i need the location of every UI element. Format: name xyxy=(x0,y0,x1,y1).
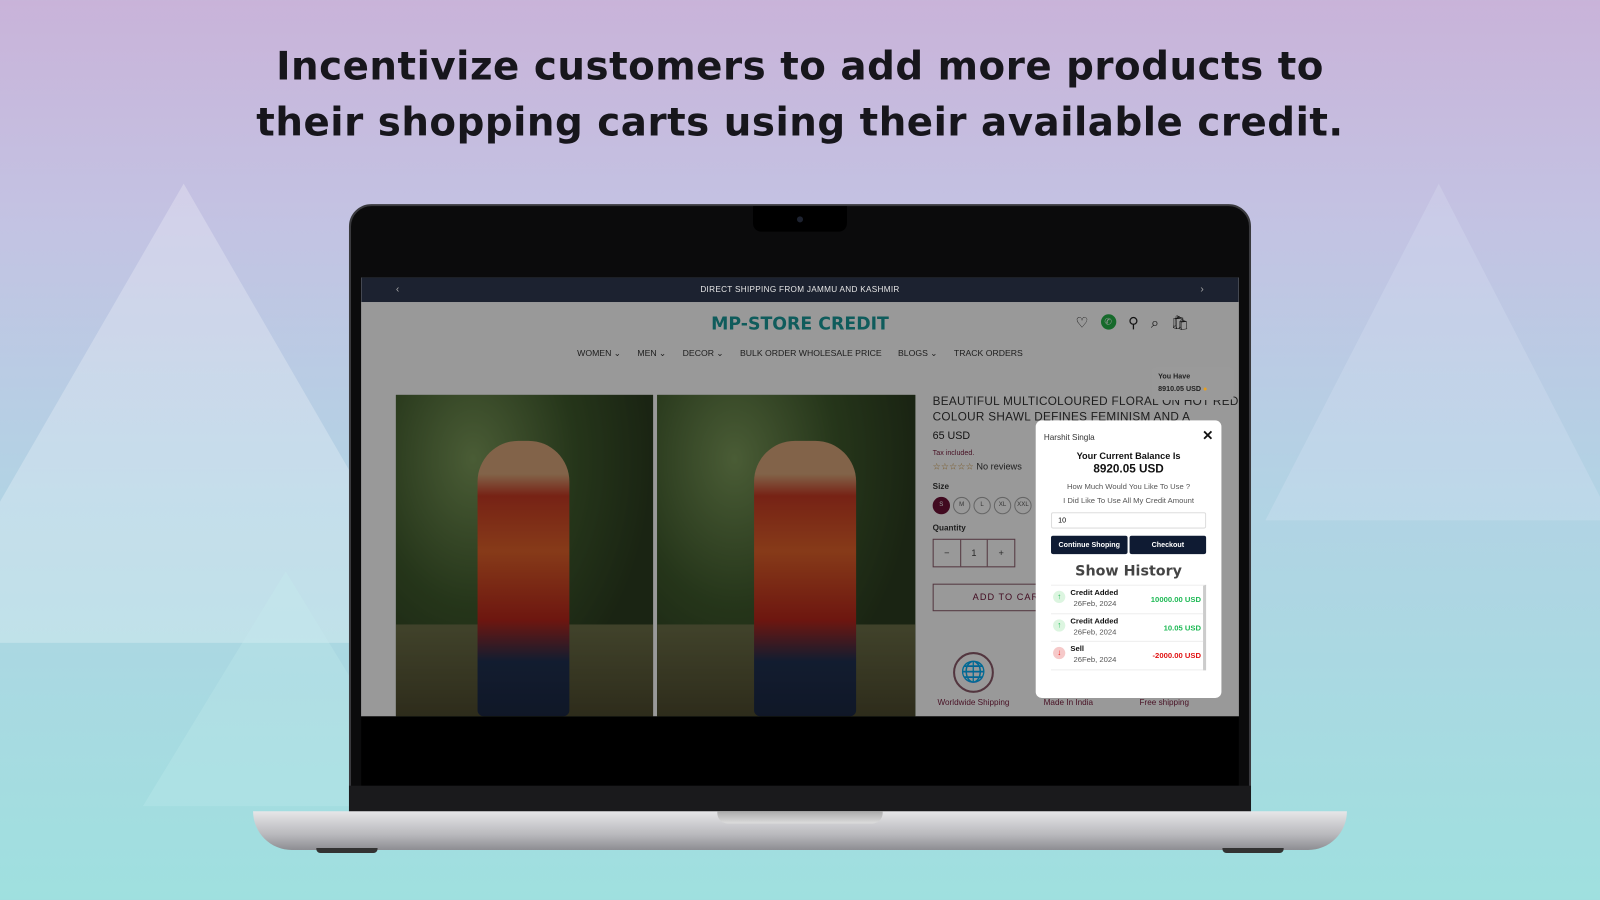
laptop-lip xyxy=(717,811,883,824)
laptop-chin xyxy=(348,785,1252,814)
coins-icon: ● xyxy=(1203,385,1208,393)
prev-arrow-icon[interactable]: ‹ xyxy=(396,278,400,302)
credit-badge-amount: 8910.05 USD xyxy=(1158,385,1202,393)
arrow-up-icon: ↑ xyxy=(1053,618,1066,632)
history-type: Sell xyxy=(1070,643,1085,654)
history-amount: 10.05 USD xyxy=(1163,622,1202,633)
credit-badge-label: You Have xyxy=(1158,373,1191,381)
history-amount: -2000.00 USD xyxy=(1152,651,1202,661)
balance-amount: 8920.05 USD xyxy=(1093,463,1164,476)
history-date: 26Feb, 2024 xyxy=(1073,598,1117,609)
history-row: ↑ Credit Added 26Feb, 2024 10.05 USD xyxy=(1051,614,1204,642)
announcement-bar: ‹ DIRECT SHIPPING FROM JAMMU AND KASHMIR… xyxy=(361,277,1239,303)
headline-line-1: Incentivize customers to add more produc… xyxy=(276,43,1324,89)
use-question: How Much Would You Like To Use ? xyxy=(1067,481,1191,491)
store-page: ‹ DIRECT SHIPPING FROM JAMMU AND KASHMIR… xyxy=(361,277,1239,717)
checkout-button[interactable]: Checkout xyxy=(1129,535,1207,555)
camera-icon xyxy=(796,216,804,223)
history-date: 26Feb, 2024 xyxy=(1073,627,1117,637)
credit-badge[interactable]: You Have 8910.05 USD ● xyxy=(1152,367,1234,400)
history-type: Credit Added xyxy=(1070,615,1119,625)
screen-lower-area xyxy=(361,716,1239,786)
show-history-heading[interactable]: Show History xyxy=(1044,563,1213,579)
history-row: ↑ Credit Added 26Feb, 2024 10000.00 USD xyxy=(1051,586,1204,614)
laptop-foot xyxy=(1222,847,1284,854)
history-date: 26Feb, 2024 xyxy=(1073,655,1117,665)
balance-heading: Your Current Balance Is xyxy=(1076,451,1181,462)
announcement-text: DIRECT SHIPPING FROM JAMMU AND KASHMIR xyxy=(700,284,900,294)
close-icon[interactable]: ✕ xyxy=(1202,428,1213,444)
headline: Incentivize customers to add more produc… xyxy=(0,39,1600,151)
history-amount: 10000.00 USD xyxy=(1150,594,1202,605)
headline-line-2: their shopping carts using their availab… xyxy=(256,99,1344,145)
history-type: Credit Added xyxy=(1070,587,1119,597)
arrow-down-icon: ↓ xyxy=(1053,646,1066,660)
history-list[interactable]: ↑ Credit Added 26Feb, 2024 10000.00 USD ↑… xyxy=(1051,584,1207,670)
credit-amount-input[interactable] xyxy=(1051,512,1207,529)
use-all-credit-link[interactable]: I Did Like To Use All My Credit Amount xyxy=(1044,496,1213,506)
laptop-foot xyxy=(316,847,378,854)
credit-popup: Harshit Singla ✕ Your Current Balance Is… xyxy=(1035,420,1222,698)
next-arrow-icon[interactable]: › xyxy=(1200,278,1204,302)
arrow-up-icon: ↑ xyxy=(1053,590,1066,604)
customer-name: Harshit Singla xyxy=(1043,432,1095,442)
history-row: ↓ Sell 26Feb, 2024 -2000.00 USD xyxy=(1051,642,1204,670)
continue-shopping-button[interactable]: Continue Shoping xyxy=(1051,535,1128,555)
